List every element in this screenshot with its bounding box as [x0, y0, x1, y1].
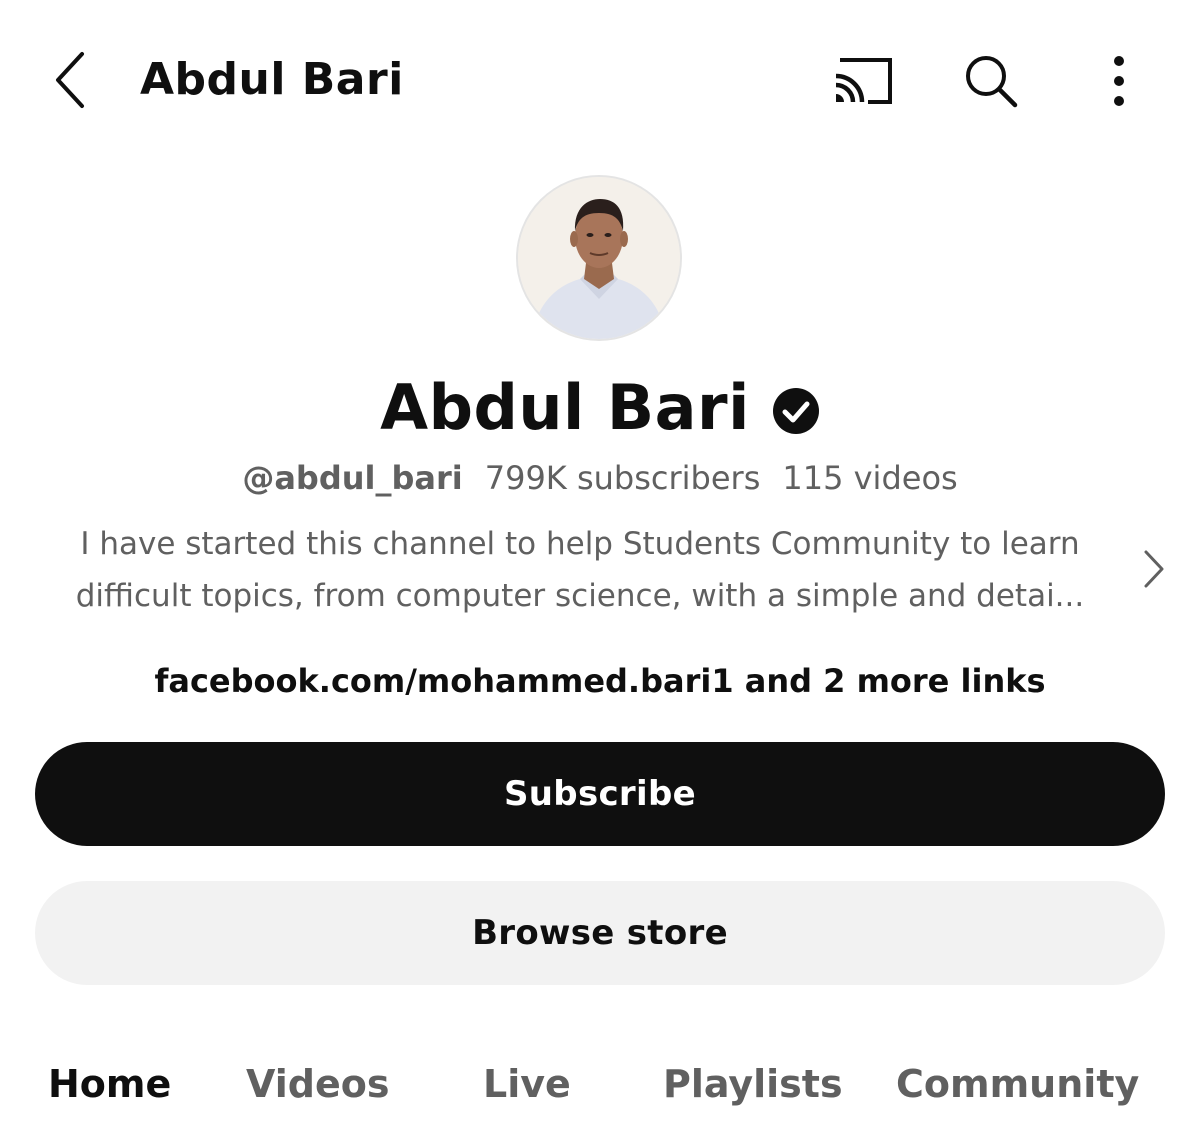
more-options-button[interactable]: [1084, 46, 1154, 116]
chevron-right-icon: [1144, 550, 1164, 588]
back-arrow-icon: [56, 52, 84, 108]
description-line: difficult topics, from computer science,…: [75, 578, 1085, 614]
channel-tabs: Home Videos Live Playlists Community: [0, 1050, 1200, 1120]
page-title: Abdul Bari: [140, 54, 404, 105]
back-button[interactable]: [40, 40, 100, 120]
cast-icon: [835, 58, 892, 104]
top-app-bar: Abdul Bari: [0, 0, 1200, 160]
tab-home[interactable]: Home: [48, 1050, 171, 1118]
search-icon: [966, 56, 1018, 108]
channel-name: Abdul Bari: [380, 371, 750, 444]
channel-description[interactable]: I have started this channel to help Stud…: [30, 518, 1130, 628]
description-expand-button[interactable]: [1136, 545, 1172, 593]
channel-avatar[interactable]: [516, 175, 682, 341]
channel-links[interactable]: facebook.com/mohammed.bari1 and 2 more l…: [0, 658, 1200, 704]
search-button[interactable]: [956, 46, 1026, 116]
browse-store-button[interactable]: Browse store: [35, 881, 1165, 985]
channel-name-row: Abdul Bari: [0, 366, 1200, 450]
tab-community[interactable]: Community: [896, 1050, 1139, 1118]
tab-live[interactable]: Live: [483, 1050, 571, 1118]
subscriber-count: 799K subscribers: [484, 459, 761, 497]
verified-badge-icon: [772, 388, 819, 434]
more-vert-icon: [1114, 56, 1124, 106]
cast-button[interactable]: [828, 46, 898, 116]
description-line: I have started this channel to help Stud…: [80, 526, 1080, 562]
video-count: 115 videos: [782, 459, 958, 497]
channel-handle: @abdul_bari: [242, 459, 463, 497]
avatar-photo: [518, 177, 680, 339]
subscribe-button[interactable]: Subscribe: [35, 742, 1165, 846]
channel-meta: @abdul_bari 799K subscribers 115 videos: [0, 456, 1200, 500]
tab-videos[interactable]: Videos: [246, 1050, 389, 1118]
tab-playlists[interactable]: Playlists: [663, 1050, 843, 1118]
